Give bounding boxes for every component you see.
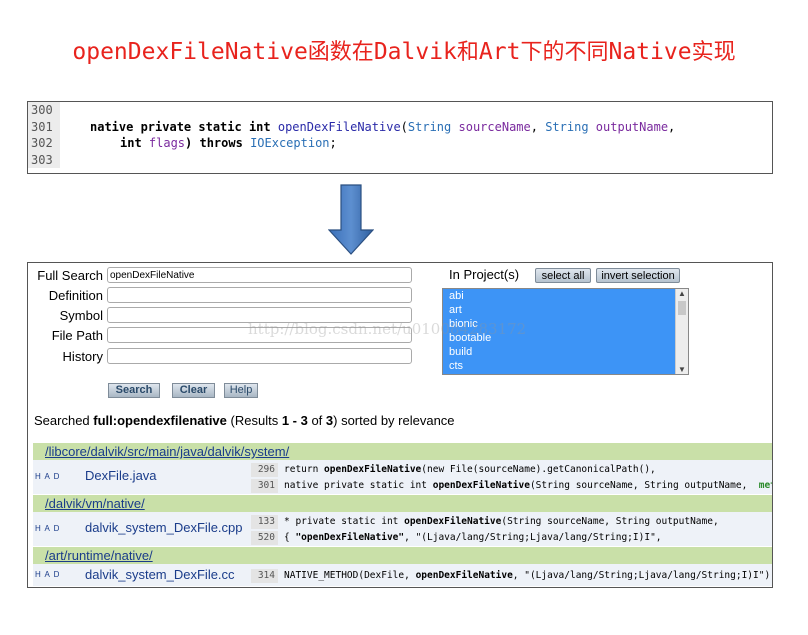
definition-row: Definition <box>28 286 412 304</box>
clear-button[interactable]: Clear <box>172 383 215 398</box>
history-annotate-download-links[interactable]: H A D <box>35 570 60 579</box>
history-input[interactable] <box>107 348 412 364</box>
line-number: 300 <box>28 102 60 119</box>
search-button[interactable]: Search <box>108 383 160 398</box>
result-directory[interactable]: /libcore/dalvik/src/main/java/dalvik/sys… <box>33 443 772 460</box>
result-file-link[interactable]: dalvik_system_DexFile.cc <box>85 567 235 582</box>
result-hit-line[interactable]: 296 return openDexFileNative(new File(sou… <box>251 463 656 477</box>
history-annotate-download-links[interactable]: H A D <box>35 472 60 481</box>
in-project-label: In Project(s) <box>449 267 520 282</box>
symbol-label: Symbol <box>59 307 103 323</box>
help-button[interactable]: Help <box>224 383 258 398</box>
history-row: History <box>28 347 412 365</box>
scroll-down-icon[interactable]: ▼ <box>678 365 686 374</box>
line-number: 303 <box>28 151 60 168</box>
result-file-link[interactable]: DexFile.java <box>85 468 157 483</box>
code-snippet: 300 301 native private static int openDex… <box>27 101 773 174</box>
full-search-label: Full Search <box>37 267 103 283</box>
result-hit-line[interactable]: 314 NATIVE_METHOD(DexFile, openDexFileNat… <box>251 569 772 583</box>
arrow-down-icon <box>328 184 374 255</box>
project-item[interactable]: art <box>443 303 688 317</box>
opengrok-search-panel: Full Search openDexFileNative Definition… <box>27 262 773 588</box>
full-search-input[interactable]: openDexFileNative <box>107 267 412 283</box>
code-line: 301 native private static int openDexFile… <box>28 118 772 135</box>
scroll-up-icon[interactable]: ▲ <box>678 289 686 298</box>
project-list-scrollbar[interactable]: ▲ ▼ <box>675 289 688 374</box>
result-file-row: H A D DexFile.java 296 return openDexFile… <box>33 460 772 494</box>
history-annotate-download-links[interactable]: H A D <box>35 524 60 533</box>
project-item[interactable]: build <box>443 345 688 359</box>
code-line: 300 <box>28 102 772 119</box>
result-directory[interactable]: /art/runtime/native/ <box>33 547 772 564</box>
result-file-row: H A D dalvik_system_DexFile.cc 314 NATIVE… <box>33 564 772 586</box>
result-hit-line[interactable]: 520{ "openDexFileNative", "(Ljava/lang/S… <box>251 531 662 545</box>
project-item[interactable]: abi <box>443 289 688 303</box>
definition-input[interactable] <box>107 287 412 303</box>
line-number: 301 <box>28 118 60 135</box>
line-number: 302 <box>28 135 60 152</box>
history-label: History <box>62 348 103 364</box>
select-all-button[interactable]: select all <box>535 268 591 283</box>
page-title: openDexFileNative函数在Dalvik和Art下的不同Native… <box>72 39 736 65</box>
project-item[interactable]: cts <box>443 359 688 373</box>
code-line: 303 <box>28 151 772 168</box>
result-directory[interactable]: /dalvik/vm/native/ <box>33 495 772 512</box>
file-path-label: File Path <box>51 327 103 343</box>
result-file-link[interactable]: dalvik_system_DexFile.cpp <box>85 520 243 535</box>
definition-label: Definition <box>48 287 103 303</box>
scrollbar-thumb[interactable] <box>678 301 686 315</box>
results-summary: Searched full:opendexfilenative (Results… <box>34 413 455 428</box>
watermark: http://blog.csdn.net/u010084283172 <box>248 320 527 338</box>
result-file-row: H A D dalvik_system_DexFile.cpp 133 * pri… <box>33 512 772 546</box>
invert-selection-button[interactable]: invert selection <box>596 268 680 283</box>
code-line: 302 int flags) throws IOException; <box>28 135 772 152</box>
full-search-row: Full Search openDexFileNative <box>28 266 412 284</box>
result-hit-line[interactable]: 133 * private static int openDexFileNativ… <box>251 515 719 529</box>
result-hit-line[interactable]: 301 native private static int openDexFile… <box>251 479 772 493</box>
